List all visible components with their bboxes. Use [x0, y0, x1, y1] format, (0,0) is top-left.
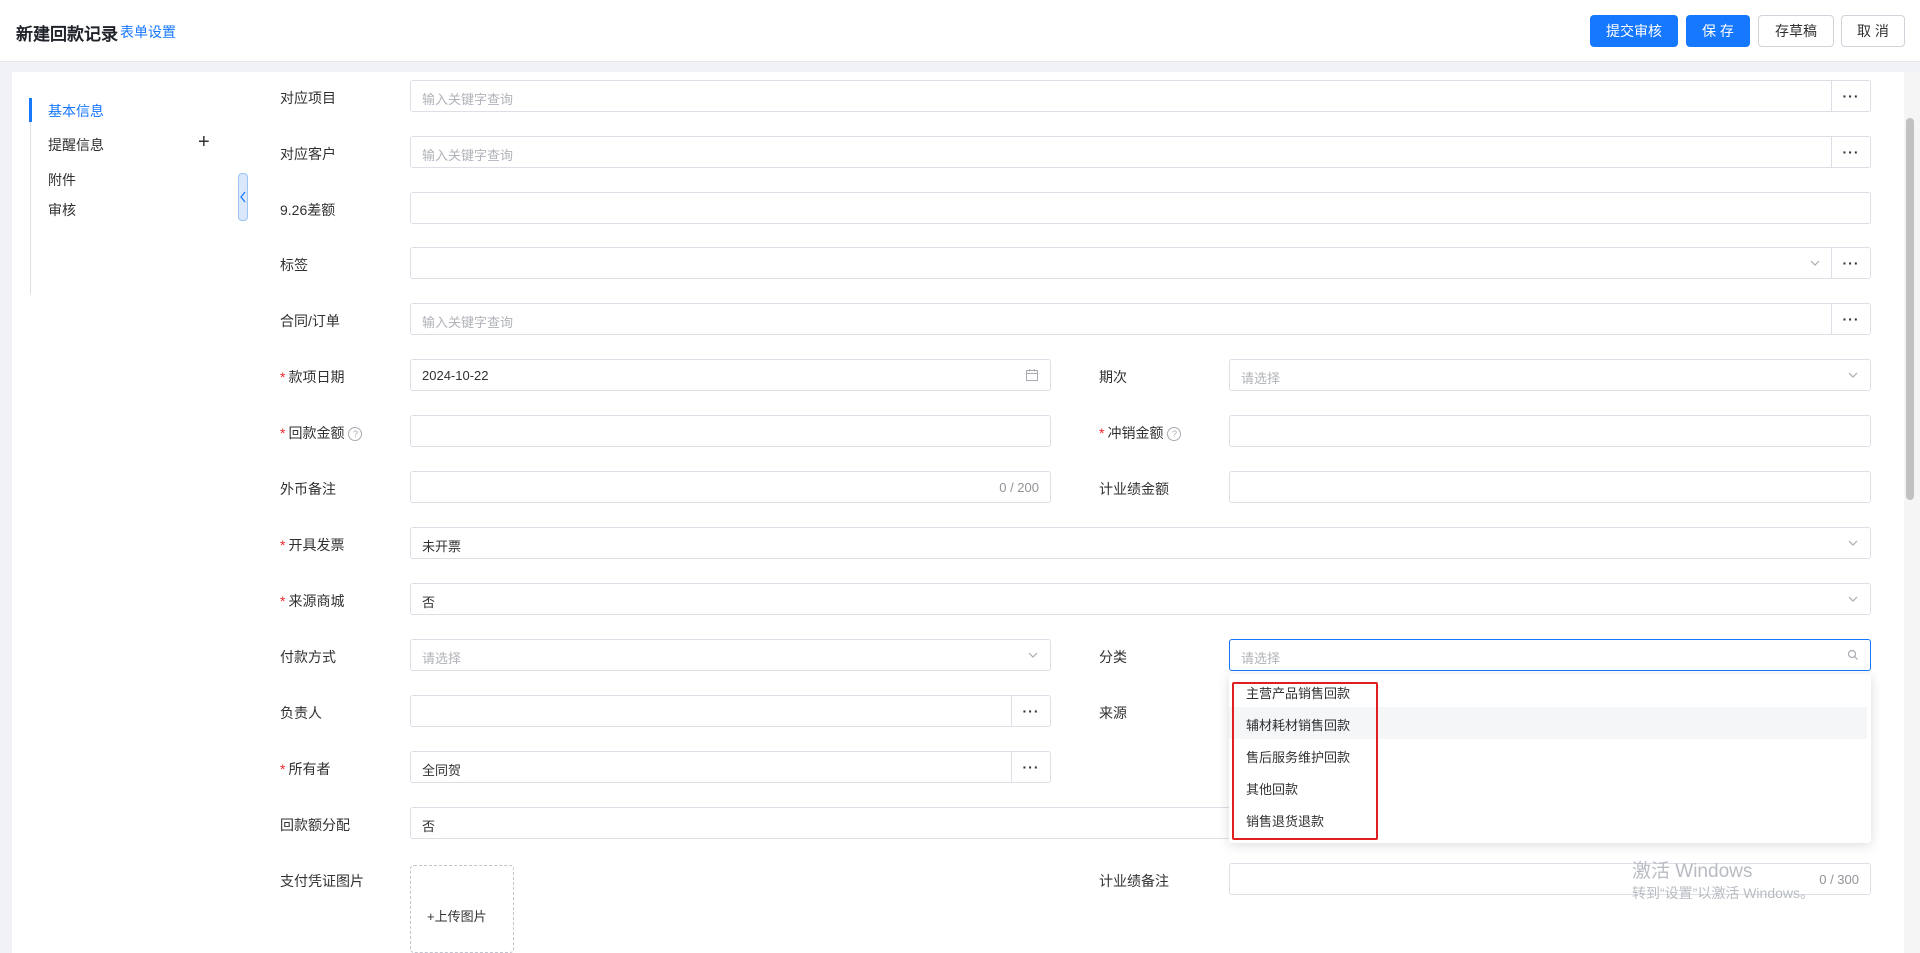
pay-method-placeholder: 请选择 [422, 651, 462, 666]
sidebar-item-attachments[interactable]: 附件 [48, 170, 76, 190]
chevron-down-icon [1028, 652, 1038, 658]
help-icon[interactable]: ? [348, 427, 363, 441]
sidebar-item-review[interactable]: 审核 [48, 200, 76, 220]
nav-active-indicator [29, 98, 32, 122]
owner-person-field[interactable]: ··· [410, 695, 1051, 727]
chevron-down-icon [1810, 260, 1820, 266]
currency-note-input[interactable]: 0 / 200 [410, 471, 1051, 503]
invoice-value: 未开票 [422, 539, 462, 554]
invoice-select[interactable]: 未开票 [410, 527, 1871, 559]
project-label: 对应项目 [280, 90, 336, 106]
save-button[interactable]: 保 存 [1686, 15, 1750, 47]
pay-method-label: 付款方式 [280, 649, 336, 665]
customer-placeholder: 输入关键字查询 [422, 148, 514, 163]
project-field[interactable]: 输入关键字查询 ··· [410, 80, 1871, 112]
search-icon [1847, 649, 1858, 660]
mall-source-value: 否 [422, 595, 436, 610]
activation-watermark-hint: 转到“设置”以激活 Windows。 [1632, 885, 1815, 901]
category-select[interactable]: 请选择 [1229, 639, 1871, 671]
contract-field[interactable]: 输入关键字查询 ··· [410, 303, 1871, 335]
customer-field[interactable]: 输入关键字查询 ··· [410, 136, 1871, 168]
page-header: 新建回款记录 表单设置 提交审核 保 存 存草稿 取 消 [0, 0, 1920, 62]
nav-divider [30, 98, 31, 294]
project-placeholder: 输入关键字查询 [422, 92, 514, 107]
submit-review-button[interactable]: 提交审核 [1590, 15, 1678, 47]
currency-note-label: 外币备注 [280, 481, 336, 497]
more-icon[interactable]: ··· [1011, 752, 1050, 782]
allocation-label: 回款额分配 [280, 817, 350, 833]
contract-placeholder: 输入关键字查询 [422, 315, 514, 330]
category-label: 分类 [1099, 649, 1127, 665]
help-icon[interactable]: ? [1167, 427, 1182, 441]
collapse-sidebar-button[interactable] [238, 173, 248, 221]
perf-amount-input[interactable] [1229, 471, 1871, 503]
scrollbar-thumb[interactable] [1906, 118, 1914, 500]
diff-label: 9.26差额 [280, 202, 336, 218]
form-settings-link[interactable]: 表单设置 [120, 22, 176, 42]
customer-label: 对应客户 [280, 146, 336, 162]
char-counter: 0 / 200 [999, 480, 1039, 495]
period-label: 期次 [1099, 369, 1127, 385]
allocation-value: 否 [422, 819, 436, 834]
payment-date-value: 2024-10-22 [422, 368, 489, 383]
tags-label: 标签 [280, 257, 308, 273]
more-icon[interactable]: ··· [1831, 248, 1870, 278]
perf-note-label: 计业绩备注 [1099, 873, 1169, 889]
save-draft-button[interactable]: 存草稿 [1758, 15, 1834, 47]
more-icon[interactable]: ··· [1831, 81, 1870, 111]
upload-label: +上传图片 [427, 909, 487, 924]
upload-image-button[interactable]: +上传图片 [410, 865, 514, 953]
owner-label: * 所有者 [280, 761, 331, 777]
amount-input[interactable] [410, 415, 1051, 447]
voucher-label: 支付凭证图片 [280, 873, 364, 889]
chevron-down-icon [1848, 540, 1858, 546]
owner-person-label: 负责人 [280, 705, 322, 721]
owner-value: 全同贺 [422, 763, 462, 778]
pay-method-select[interactable]: 请选择 [410, 639, 1051, 671]
char-counter: 0 / 300 [1819, 872, 1859, 887]
source-label: 来源 [1099, 705, 1127, 721]
writeoff-input[interactable] [1229, 415, 1871, 447]
more-icon[interactable]: ··· [1011, 696, 1050, 726]
sidebar-item-basic-info[interactable]: 基本信息 [48, 101, 104, 121]
tags-select[interactable]: ··· [410, 247, 1871, 279]
plus-icon[interactable]: + [198, 132, 210, 152]
cancel-button[interactable]: 取 消 [1841, 15, 1905, 47]
highlight-box [1232, 682, 1378, 840]
chevron-left-icon [240, 191, 246, 203]
writeoff-label: * 冲销金额? [1099, 423, 1182, 443]
calendar-icon [1026, 369, 1038, 381]
mall-source-select[interactable]: 否 [410, 583, 1871, 615]
period-select[interactable]: 请选择 [1229, 359, 1871, 391]
contract-label: 合同/订单 [280, 313, 340, 329]
perf-amount-label: 计业绩金额 [1099, 481, 1169, 497]
owner-field[interactable]: 全同贺 ··· [410, 751, 1051, 783]
amount-label: * 回款金额? [280, 423, 363, 443]
mall-source-label: * 来源商城 [280, 593, 345, 609]
invoice-label: * 开具发票 [280, 537, 345, 553]
page-title: 新建回款记录 [16, 25, 118, 44]
more-icon[interactable]: ··· [1831, 137, 1870, 167]
category-placeholder: 请选择 [1241, 651, 1281, 666]
chevron-down-icon [1848, 372, 1858, 378]
sidebar-item-reminder[interactable]: 提醒信息 [48, 135, 104, 155]
payment-date-label: * 款项日期 [280, 369, 345, 385]
activation-watermark-title: 激活 Windows [1632, 861, 1753, 882]
more-icon[interactable]: ··· [1831, 304, 1870, 334]
payment-date-picker[interactable]: 2024-10-22 [410, 359, 1051, 391]
section-nav: 基本信息 提醒信息 + 附件 审核 [12, 72, 249, 953]
period-placeholder: 请选择 [1241, 371, 1281, 386]
chevron-down-icon [1848, 596, 1858, 602]
diff-input[interactable] [410, 192, 1871, 224]
